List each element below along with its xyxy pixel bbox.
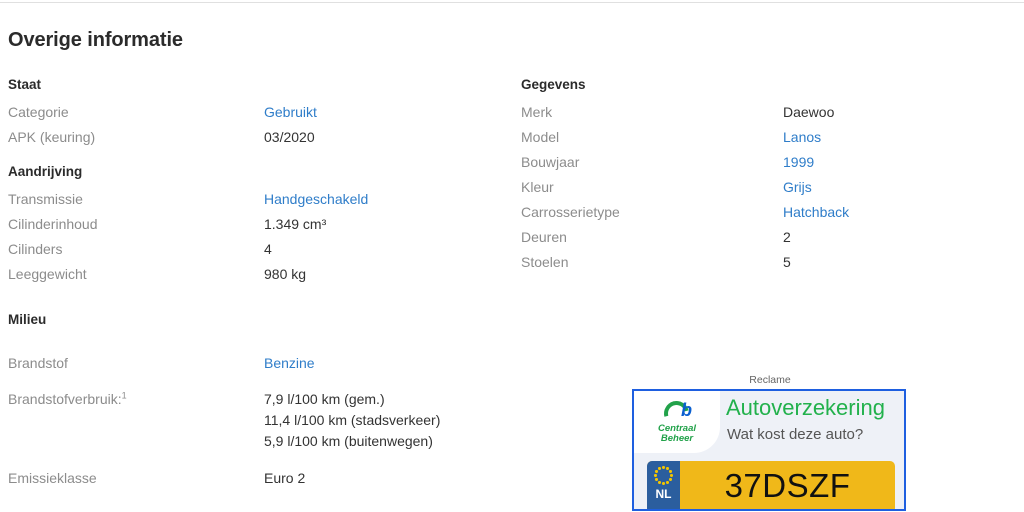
row-label: Brandstof — [8, 355, 68, 371]
row-value: 5 — [783, 254, 791, 270]
row-value: 03/2020 — [264, 129, 315, 145]
footnote-marker: 1 — [121, 390, 127, 401]
row-stoelen: Stoelen 5 — [521, 250, 1011, 275]
row-value-group: 7,9 l/100 km (gem.) 11,4 l/100 km (stads… — [264, 387, 440, 452]
section-milieu: Milieu Brandstof Benzine Brandstofverbru… — [8, 311, 508, 491]
row-label: Brandstofverbruik:1 — [8, 387, 264, 412]
row-label: Carrosserietype — [521, 204, 620, 220]
cb-logo-icon: b — [659, 395, 694, 431]
row-kleur: Kleur Grijs — [521, 175, 1011, 200]
row-deuren: Deuren 2 — [521, 225, 1011, 250]
row-label: Deuren — [521, 229, 567, 245]
row-model: Model Lanos — [521, 125, 1011, 150]
row-value: Euro 2 — [264, 470, 306, 486]
row-label: APK (keuring) — [8, 129, 96, 145]
logo-text-line2: Beheer — [660, 432, 694, 444]
row-label: Categorie — [8, 104, 69, 120]
row-transmissie: Transmissie Handgeschakeld — [8, 187, 508, 212]
section-title: Milieu — [8, 312, 47, 327]
consumption-line: 5,9 l/100 km (buitenwegen) — [264, 433, 433, 449]
row-value[interactable]: Gebruikt — [264, 100, 317, 125]
row-label: Transmissie — [8, 191, 83, 207]
ad-banner[interactable]: b Centraal Beheer Autoverzekering Wat ko… — [632, 389, 906, 511]
logo-b-letter: b — [681, 399, 692, 420]
right-column: Gegevens Merk Daewoo Model Lanos Bouwjaa… — [521, 76, 1011, 275]
row-carrosserietype: Carrosserietype Hatchback — [521, 200, 1011, 225]
ad-headline: Autoverzekering — [726, 395, 885, 420]
row-value[interactable]: Hatchback — [783, 200, 849, 225]
row-label: Stoelen — [521, 254, 569, 270]
row-value: 980 kg — [264, 266, 307, 282]
row-merk: Merk Daewoo — [521, 100, 1011, 125]
section-staat: Staat Categorie Gebruikt APK (keuring) 0… — [8, 76, 508, 150]
row-bouwjaar: Bouwjaar 1999 — [521, 150, 1011, 175]
row-emissieklasse: Emissieklasse Euro 2 — [8, 466, 508, 491]
section-aandrijving: Aandrijving Transmissie Handgeschakeld C… — [8, 163, 508, 287]
row-cilinders: Cilinders 4 — [8, 237, 508, 262]
section-gegevens: Gegevens Merk Daewoo Model Lanos Bouwjaa… — [521, 76, 1011, 275]
row-brandstofverbruik: Brandstofverbruik:1 7,9 l/100 km (gem.) … — [8, 387, 508, 452]
row-label: Cilinderinhoud — [8, 216, 98, 232]
row-label: Model — [521, 129, 560, 145]
top-divider — [0, 2, 1024, 3]
row-value[interactable]: 1999 — [783, 150, 814, 175]
eu-stars-icon — [653, 465, 674, 486]
row-apk: APK (keuring) 03/2020 — [8, 125, 508, 150]
row-value[interactable]: Grijs — [783, 175, 812, 200]
row-cilinderinhoud: Cilinderinhoud 1.349 cm³ — [8, 212, 508, 237]
row-value: 2 — [783, 229, 791, 245]
row-categorie: Categorie Gebruikt — [8, 100, 508, 125]
row-value: Daewoo — [783, 104, 835, 120]
left-column: Staat Categorie Gebruikt APK (keuring) 0… — [8, 76, 508, 491]
row-value: 4 — [264, 241, 272, 257]
license-plate[interactable]: NL 37DSZF — [647, 461, 895, 509]
row-label: Merk — [521, 104, 553, 120]
row-value[interactable]: Benzine — [264, 351, 315, 376]
page-title: Overige informatie — [8, 29, 183, 51]
plate-number: 37DSZF — [724, 467, 851, 504]
consumption-line: 7,9 l/100 km (gem.) — [264, 391, 385, 407]
row-brandstof: Brandstof Benzine — [8, 351, 508, 376]
row-value: 1.349 cm³ — [264, 216, 327, 232]
section-title: Aandrijving — [8, 164, 83, 179]
section-title: Staat — [8, 77, 42, 92]
row-value[interactable]: Handgeschakeld — [264, 187, 368, 212]
row-label: Kleur — [521, 179, 554, 195]
row-value[interactable]: Lanos — [783, 125, 821, 150]
section-title: Gegevens — [521, 77, 586, 92]
row-label: Bouwjaar — [521, 154, 580, 170]
ad-top-area: b Centraal Beheer Autoverzekering Wat ko… — [634, 391, 904, 453]
centraal-beheer-logo: b Centraal Beheer — [634, 391, 720, 453]
consumption-line: 11,4 l/100 km (stadsverkeer) — [264, 412, 441, 428]
row-leeggewicht: Leeggewicht 980 kg — [8, 262, 508, 287]
ad-subheadline: Wat kost deze auto? — [727, 426, 864, 443]
row-label: Cilinders — [8, 241, 63, 257]
ad-label: Reclame — [749, 374, 791, 386]
advertisement: Reclame b Centraal Beheer Autoverzekerin… — [632, 374, 908, 511]
row-label: Emissieklasse — [8, 470, 97, 486]
row-label-text: Brandstofverbruik: — [8, 391, 122, 407]
eu-country-strip: NL — [647, 461, 680, 509]
country-code: NL — [655, 487, 672, 501]
row-label: Leeggewicht — [8, 266, 87, 282]
